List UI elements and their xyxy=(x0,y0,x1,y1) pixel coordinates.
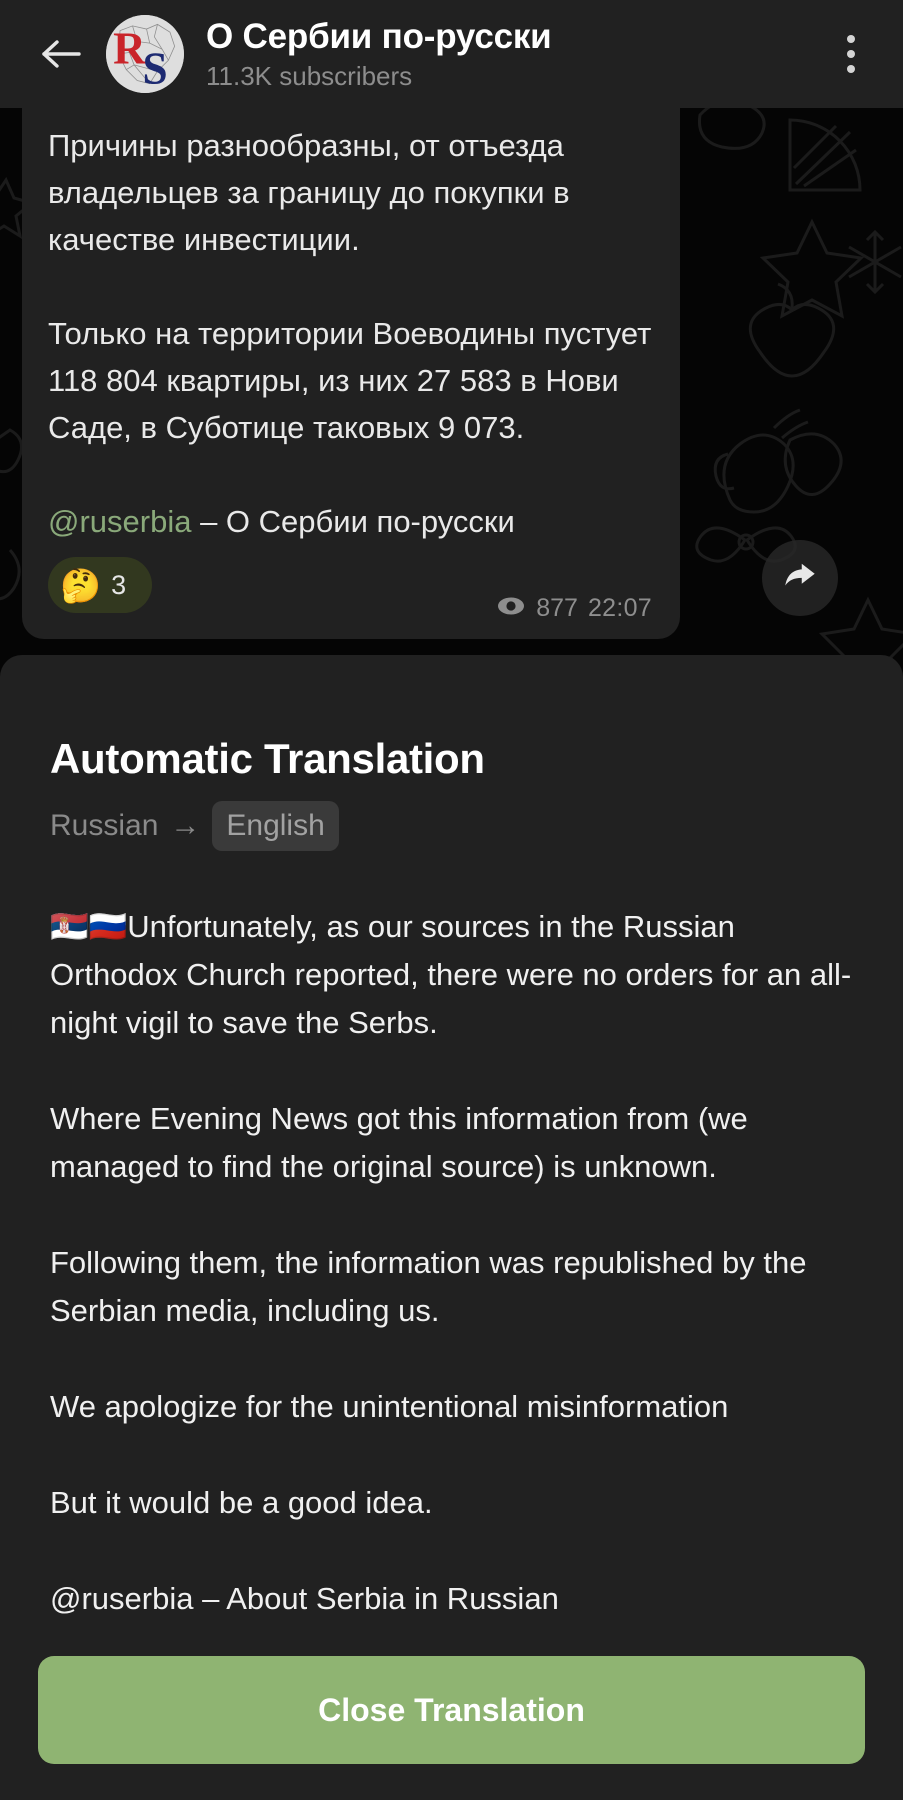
forward-button[interactable] xyxy=(762,540,838,616)
channel-avatar[interactable]: R S xyxy=(106,15,184,93)
eye-icon xyxy=(496,594,526,623)
subscriber-count: 11.3K subscribers xyxy=(206,61,413,91)
chat-title-block[interactable]: О Сербии по-русски 11.3K subscribers xyxy=(206,16,821,92)
reaction-count: 3 xyxy=(111,569,127,600)
more-options-button[interactable] xyxy=(821,20,881,88)
message-text-part1: Причины разнообразны, от отъезда владель… xyxy=(48,128,652,445)
svg-text:S: S xyxy=(143,44,168,93)
translation-sheet: Automatic Translation Russian → English … xyxy=(0,655,903,1800)
back-arrow-icon xyxy=(39,34,83,74)
message-time: 22:07 xyxy=(587,594,652,622)
translation-body: 🇷🇸🇷🇺Unfortunately, as our sources in the… xyxy=(50,909,852,1616)
more-options-icon-dot xyxy=(847,50,855,58)
thinking-face-icon: 🤔 xyxy=(60,566,102,604)
message-text-part2: – О Сербии по-русски xyxy=(191,504,515,539)
message-meta: 877 22:07 xyxy=(496,594,652,623)
message-text: Причины разнообразны, от отъезда владель… xyxy=(48,122,654,545)
view-count: 877 xyxy=(536,594,578,622)
more-options-icon-dot xyxy=(847,65,855,73)
translation-title: Automatic Translation xyxy=(50,735,485,782)
message-footer: 🤔 3 877 22:07 xyxy=(48,553,654,629)
telegram-chat-screen: Причины разнообразны, от отъезда владель… xyxy=(0,0,903,1800)
reaction-chip[interactable]: 🤔 3 xyxy=(48,557,152,613)
close-translation-button[interactable]: Close Translation xyxy=(38,1656,865,1764)
target-language-chip[interactable]: English xyxy=(212,801,339,851)
language-row: Russian → English xyxy=(50,801,853,851)
chat-header: R S О Сербии по-русски 11.3K subscribers xyxy=(0,0,903,108)
mention-link[interactable]: @ruserbia xyxy=(48,504,191,539)
back-button[interactable] xyxy=(30,23,92,85)
source-language: Russian xyxy=(50,809,159,842)
page-title: О Сербии по-русски xyxy=(206,17,552,56)
message-bubble[interactable]: Причины разнообразны, от отъезда владель… xyxy=(22,108,680,639)
arrow-right-icon: → xyxy=(170,809,201,842)
more-options-icon-dot xyxy=(847,35,855,43)
forward-arrow-icon xyxy=(779,555,821,602)
